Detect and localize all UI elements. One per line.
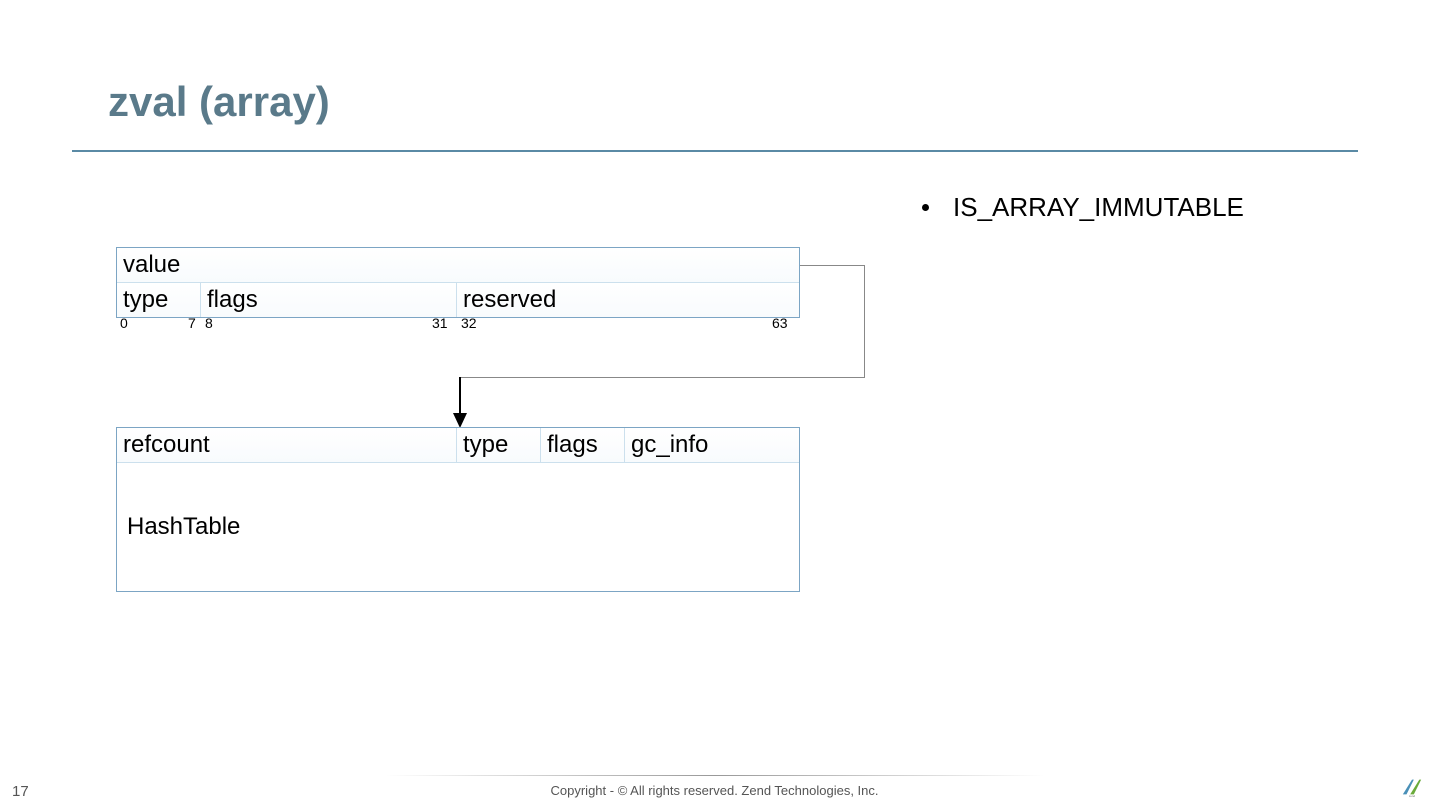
- arrow-head-icon: [453, 413, 467, 428]
- bit-label-32: 32: [461, 315, 477, 331]
- zval-reserved-field: reserved: [457, 283, 799, 317]
- gc-info-field: gc_info: [625, 428, 799, 462]
- bit-label-0: 0: [120, 315, 128, 331]
- bullet-dot-icon: [922, 204, 929, 211]
- zend-logo-icon: zend: [1401, 776, 1423, 798]
- zval-type-field: type: [117, 283, 201, 317]
- refcounted-type-field: type: [457, 428, 541, 462]
- hashtable-field: HashTable: [117, 463, 799, 591]
- zval-struct-box: value type flags reserved: [116, 247, 800, 318]
- zval-flags-field: flags: [201, 283, 457, 317]
- connector-line-2: [459, 377, 865, 378]
- refcounted-flags-field: flags: [541, 428, 625, 462]
- bit-label-31: 31: [432, 315, 448, 331]
- footer-copyright: Copyright - © All rights reserved. Zend …: [0, 783, 1429, 798]
- bullet-text: IS_ARRAY_IMMUTABLE: [953, 192, 1244, 222]
- footer-divider: [385, 775, 1045, 776]
- arrow-line: [459, 377, 461, 415]
- slide-title: zval (array): [108, 78, 330, 126]
- refcount-field: refcount: [117, 428, 457, 462]
- bit-label-63: 63: [772, 315, 788, 331]
- zval-value-field: value: [117, 248, 799, 282]
- bit-label-8: 8: [205, 315, 213, 331]
- refcounted-struct-box: refcount type flags gc_info HashTable: [116, 427, 800, 592]
- connector-line: [800, 265, 865, 377]
- page-number: 17: [12, 783, 29, 800]
- bit-label-7: 7: [188, 315, 196, 331]
- bullet-list: IS_ARRAY_IMMUTABLE: [922, 192, 1244, 223]
- title-underline: [72, 150, 1358, 152]
- svg-text:zend: zend: [1409, 794, 1415, 798]
